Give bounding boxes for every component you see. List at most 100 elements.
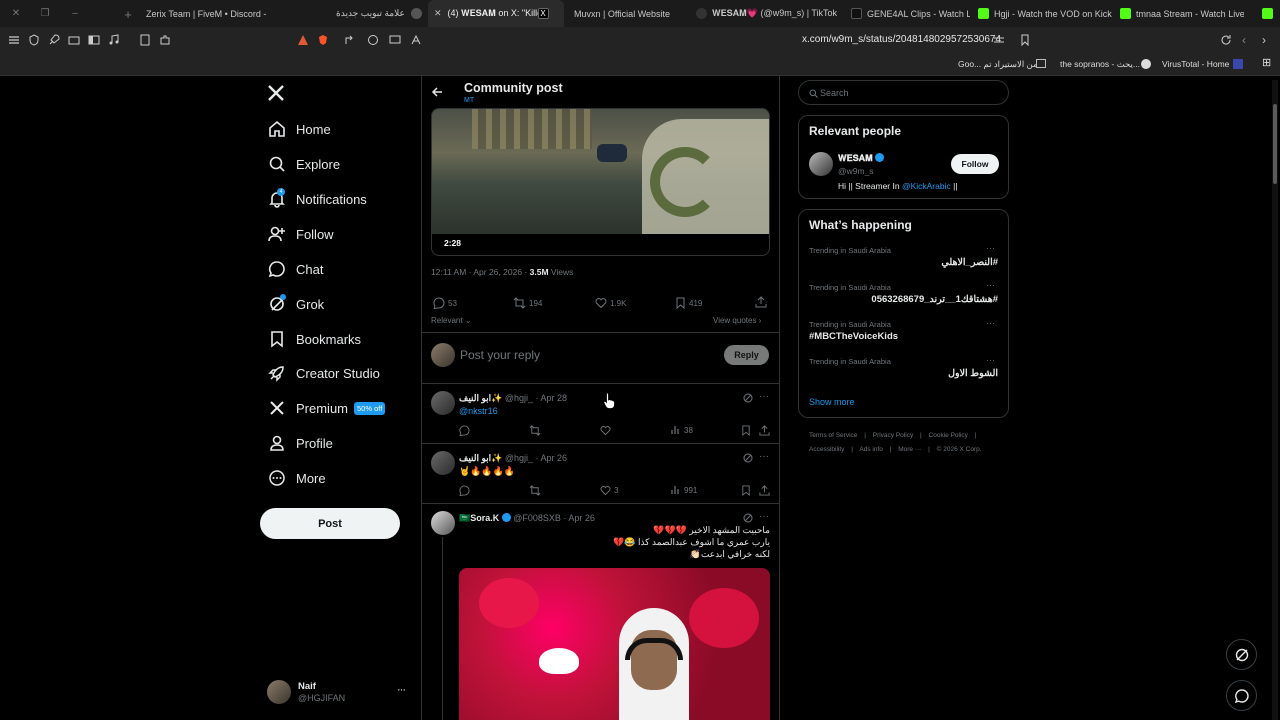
shield-icon[interactable] <box>28 34 40 46</box>
reply-author-avatar[interactable] <box>431 511 455 535</box>
post-video[interactable]: 2:28 <box>431 108 770 256</box>
minimize-window-icon[interactable]: – <box>67 8 83 19</box>
tab-zerix[interactable]: Zerix Team | FiveM • Discord - <box>140 0 290 27</box>
more-options-icon[interactable]: ··· <box>986 280 995 290</box>
site-settings-icon[interactable] <box>993 34 1005 46</box>
footer-privacy[interactable]: Privacy Policy <box>873 432 913 439</box>
nav-follow[interactable]: Follow <box>268 222 334 246</box>
close-tab-icon[interactable]: ✕ <box>434 8 442 19</box>
nav-chat[interactable]: Chat <box>268 257 323 281</box>
bookmark-icon[interactable] <box>741 425 751 436</box>
brave-shield-icon[interactable] <box>317 34 329 46</box>
tab-hgji[interactable]: Hgji - Watch the VOD on Kick <box>972 0 1112 27</box>
bookmark-virustotal[interactable]: VirusTotal - Home <box>1162 59 1229 69</box>
nav-explore[interactable]: Explore <box>268 152 340 176</box>
reply-author-avatar[interactable] <box>431 391 455 415</box>
bookmark-icon[interactable] <box>1019 34 1031 46</box>
nav-grok[interactable]: Grok <box>268 292 324 316</box>
apps-grid-icon[interactable]: ⊞ <box>1262 56 1271 69</box>
search-box[interactable]: Search <box>798 80 1009 105</box>
grok-icon[interactable] <box>743 453 753 463</box>
bio-link[interactable]: @KickArabic <box>902 181 951 191</box>
more-options-icon[interactable]: ··· <box>986 355 995 365</box>
footer-ads-info[interactable]: Ads info <box>859 446 883 453</box>
tab-tmnaa[interactable]: tmnaa Stream - Watch Live <box>1114 0 1244 27</box>
grok-floating-button[interactable] <box>1226 639 1257 670</box>
footer-cookie[interactable]: Cookie Policy <box>929 432 968 439</box>
nav-premium[interactable]: Premium 50% off <box>268 396 386 420</box>
show-more-link[interactable]: Show more <box>809 397 855 407</box>
wallet-icon[interactable] <box>68 34 80 46</box>
nav-profile[interactable]: Profile <box>268 431 333 455</box>
account-avatar[interactable] <box>267 680 291 704</box>
more-options-icon[interactable]: ··· <box>986 318 995 328</box>
like-action[interactable] <box>600 425 614 436</box>
close-window-icon[interactable]: ✕ <box>8 8 24 19</box>
tab-muvxn[interactable]: Muvxn | Official Website <box>568 0 688 27</box>
follow-button[interactable]: Follow <box>951 154 999 174</box>
person-name[interactable]: 𝐖𝐄𝐒𝐀𝐌 <box>838 153 885 164</box>
warning-icon[interactable] <box>297 34 309 46</box>
more-options-icon[interactable]: ··· <box>759 451 769 462</box>
back-icon[interactable]: ‹ <box>1242 33 1246 47</box>
nav-more[interactable]: More <box>268 466 326 490</box>
reply-author-avatar[interactable] <box>431 451 455 475</box>
share-icon[interactable] <box>759 485 770 496</box>
nav-creator-studio[interactable]: Creator Studio <box>268 361 380 385</box>
reply-input[interactable]: Post your reply <box>460 348 540 362</box>
repost-icon[interactable] <box>529 425 541 436</box>
post-timestamp[interactable]: 12:11 AM · Apr 26, 2026 · <box>431 267 527 277</box>
rocket-icon[interactable] <box>48 34 60 46</box>
chat-floating-button[interactable] <box>1226 680 1257 711</box>
reply-button[interactable]: Reply <box>724 345 769 365</box>
account-menu-icon[interactable]: ··· <box>397 684 406 696</box>
more-options-icon[interactable]: ··· <box>759 391 769 402</box>
share-icon[interactable] <box>759 425 770 436</box>
reply-image[interactable] <box>459 568 770 720</box>
chat-icon[interactable] <box>367 34 379 46</box>
extensions-icon[interactable] <box>159 34 171 46</box>
bookmarks-stat[interactable]: 419 <box>675 297 702 309</box>
reload-icon[interactable] <box>1220 34 1232 46</box>
nav-notifications[interactable]: 4 Notifications <box>268 187 367 211</box>
community-name[interactable]: MT <box>464 97 474 104</box>
bookmark-sopranos[interactable]: the sopranos - يحث... <box>1060 59 1140 70</box>
forward-icon[interactable]: › <box>1262 33 1266 47</box>
scrollbar-thumb[interactable] <box>1273 104 1277 184</box>
share-icon[interactable] <box>755 296 767 308</box>
tab-new-tab[interactable]: علامة تبويب جديدة <box>330 0 425 27</box>
share-icon[interactable] <box>344 34 356 46</box>
calculator-icon[interactable] <box>139 34 151 46</box>
grok-icon[interactable] <box>743 393 753 403</box>
footer-terms[interactable]: Terms of Service <box>809 432 857 439</box>
replies-stat[interactable]: 53 <box>433 297 457 309</box>
address-bar[interactable]: x.com/w9m_s/status/2048148029572530674 <box>802 34 1001 45</box>
new-tab-icon[interactable]: + <box>120 7 136 22</box>
nav-bookmarks[interactable]: Bookmarks <box>268 327 361 351</box>
footer-more[interactable]: More ··· <box>898 446 921 453</box>
reply-author[interactable]: 🇸🇦Sora.K @F008SXB · Apr 26 <box>459 513 595 524</box>
sidebar-icon[interactable] <box>88 34 100 46</box>
grok-icon[interactable] <box>743 513 753 523</box>
reply-icon[interactable] <box>459 485 470 496</box>
tab-gene4al[interactable]: GENE4AL Clips - Watch Live on <box>845 0 970 27</box>
post-button[interactable]: Post <box>260 508 400 539</box>
restore-window-icon[interactable]: ❐ <box>37 8 53 19</box>
repost-icon[interactable] <box>529 485 541 496</box>
like-action[interactable]: 3 <box>600 485 618 496</box>
views-action[interactable]: 991 <box>671 485 697 495</box>
view-quotes-link[interactable]: View quotes › <box>713 316 761 325</box>
back-arrow-icon[interactable] <box>431 86 443 98</box>
page-scrollbar[interactable] <box>1272 80 1278 720</box>
music-icon[interactable] <box>108 34 120 46</box>
more-options-icon[interactable]: ··· <box>986 243 995 253</box>
bookmark-import[interactable]: Goo... من الاستيراد تم <box>958 59 1038 70</box>
nav-home[interactable]: Home <box>268 117 331 141</box>
reposts-stat[interactable]: 194 <box>513 297 542 309</box>
translate-icon[interactable] <box>411 34 423 46</box>
views-action[interactable]: 38 <box>671 425 693 435</box>
sort-replies-dropdown[interactable]: Relevant ⌄ <box>431 316 472 325</box>
footer-accessibility[interactable]: Accessibility <box>809 446 844 453</box>
more-options-icon[interactable]: ··· <box>759 511 769 522</box>
screen-icon[interactable] <box>389 34 401 46</box>
